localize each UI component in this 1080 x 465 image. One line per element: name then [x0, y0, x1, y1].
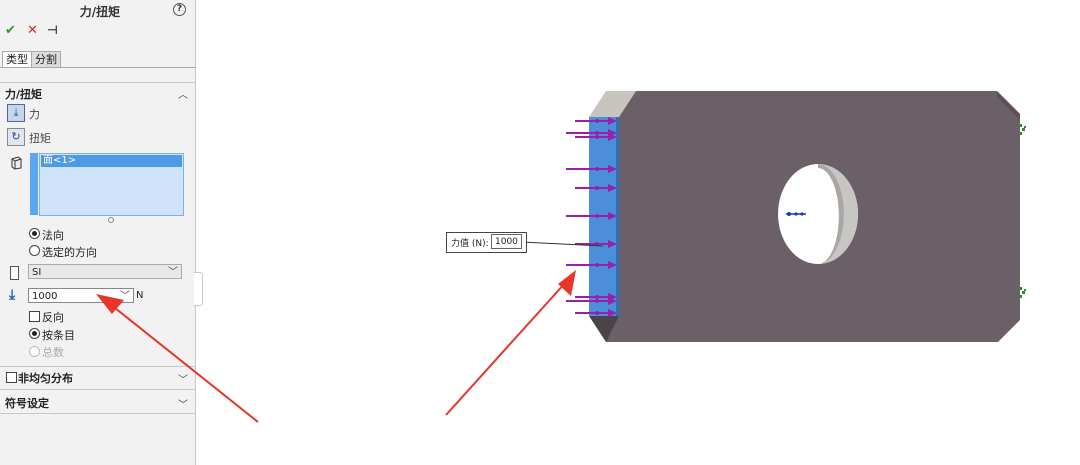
annotation-arrow	[96, 294, 259, 423]
callout-value-input[interactable]: 1000	[491, 234, 522, 249]
selected-face-edge	[616, 117, 619, 316]
annotation-arrow	[445, 270, 576, 416]
fixture-icon	[1019, 124, 1026, 298]
callout-label: 力值 (N):	[451, 239, 489, 249]
graphics-area[interactable]	[0, 0, 1080, 465]
force-value-callout[interactable]: 力值 (N): 1000	[446, 232, 527, 253]
